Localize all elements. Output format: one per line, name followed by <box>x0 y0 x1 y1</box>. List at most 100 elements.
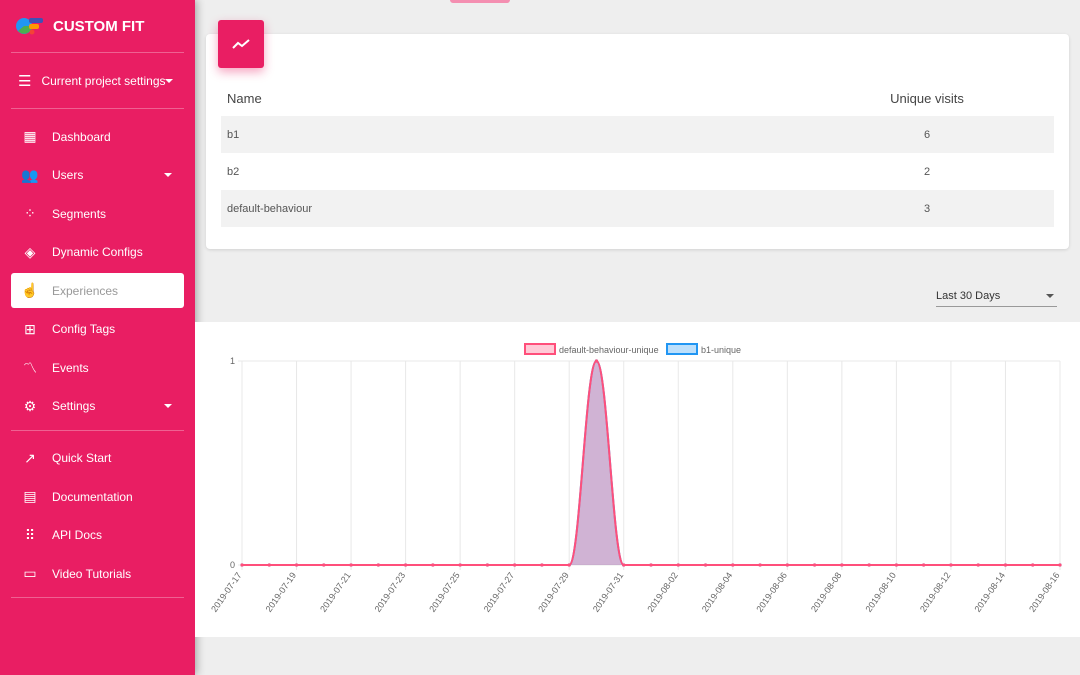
table-row[interactable]: b1 6 <box>221 116 1054 153</box>
data-point <box>622 563 626 567</box>
cell-unique-visits: 3 <box>794 190 1054 227</box>
x-tick-label: 2019-08-10 <box>863 570 898 613</box>
data-point <box>649 563 653 567</box>
series-line-b1-unique <box>242 359 1060 566</box>
data-point <box>731 563 735 567</box>
date-range-value: Last 30 Days <box>936 290 1001 302</box>
cell-name: b1 <box>221 116 794 153</box>
dashboard-icon: ▦ <box>23 128 37 144</box>
table-row[interactable]: default-behaviour 3 <box>221 190 1054 227</box>
data-point <box>431 563 435 567</box>
data-point <box>567 563 571 567</box>
y-tick-label: 1 <box>230 356 235 366</box>
y-tick-label: 0 <box>230 560 235 570</box>
x-tick-label: 2019-08-02 <box>645 570 680 613</box>
sidebar-item-dynamic-configs[interactable]: ◈ Dynamic Configs <box>11 235 184 270</box>
column-header-name: Name <box>227 90 262 106</box>
external-link-icon: ↗ <box>24 449 36 466</box>
sidebar-item-label: Video Tutorials <box>52 566 132 581</box>
project-settings-label: Current project settings <box>41 73 166 88</box>
data-point <box>1058 563 1062 567</box>
data-point <box>922 563 926 567</box>
visits-chart: 2019-07-17 2019-07-19 2019-07-21 2019-07-23… <box>209 343 1062 614</box>
chevron-down-icon <box>1046 294 1054 298</box>
brand-name: CUSTOM FIT <box>53 17 145 35</box>
sidebar-item-experiences[interactable]: ☝ Experiences <box>11 273 184 308</box>
legend-swatch <box>666 343 698 355</box>
data-point <box>894 563 899 567</box>
x-tick-label: 2019-08-04 <box>700 570 735 613</box>
x-tick-label: 2019-08-14 <box>973 570 1008 613</box>
data-point <box>267 563 271 567</box>
sidebar: CUSTOM FIT ☰ Current project settings ▦ D… <box>0 0 195 675</box>
cell-unique-visits: 2 <box>923 165 931 178</box>
sidebar-item-api-docs[interactable]: ⠿ API Docs <box>11 518 184 553</box>
data-point <box>1031 563 1035 567</box>
sidebar-item-quick-start[interactable]: ↗ Quick Start <box>11 441 184 476</box>
x-tick-label: 2019-08-06 <box>754 570 789 613</box>
sidebar-item-video-tutorials[interactable]: ▭ Video Tutorials <box>11 556 184 591</box>
segments-icon: ⁘ <box>24 205 36 221</box>
sidebar-item-segments[interactable]: ⁘ Segments <box>11 196 184 231</box>
config-tags-icon: ⊞ <box>24 320 36 337</box>
chevron-down-icon <box>164 404 172 408</box>
dynamic-configs-icon: ◈ <box>24 243 36 260</box>
data-point <box>349 563 353 567</box>
data-point <box>758 563 762 567</box>
data-point <box>785 563 789 567</box>
sidebar-item-events[interactable]: 〽 Events <box>11 350 184 385</box>
logo-icon <box>16 18 43 35</box>
gear-icon: ⚙ <box>23 397 37 414</box>
sidebar-item-label: Settings <box>52 399 96 413</box>
divider <box>11 108 184 109</box>
grid-icon: ⠿ <box>24 526 36 543</box>
menu-icon: ☰ <box>18 72 32 90</box>
sidebar-item-documentation[interactable]: ▤ Documentation <box>11 479 184 514</box>
events-icon: 〽 <box>23 359 37 376</box>
top-indicator <box>450 0 510 3</box>
x-tick-label: 2019-07-27 <box>482 570 517 613</box>
sidebar-item-users[interactable]: 👥 Users <box>11 158 184 193</box>
data-point <box>458 563 462 567</box>
chevron-down-icon <box>164 173 172 177</box>
monitor-icon: ▭ <box>23 565 37 581</box>
users-icon: 👥 <box>21 166 39 183</box>
visits-table: Name Unique visits b1 6 b2 2 default-behaviou… <box>221 80 1054 227</box>
x-tick-label: 2019-08-08 <box>809 570 844 613</box>
data-point <box>703 563 708 567</box>
sidebar-item-dashboard[interactable]: ▦ Dashboard <box>11 119 184 154</box>
brand[interactable]: CUSTOM FIT <box>0 0 195 52</box>
data-point <box>404 563 408 567</box>
cell-name: default-behaviour <box>221 190 794 227</box>
data-point <box>376 563 380 567</box>
table-row[interactable]: b2 2 <box>221 153 1054 190</box>
sidebar-item-config-tags[interactable]: ⊞ Config Tags <box>11 312 184 347</box>
chart-card: 2019-07-17 2019-07-19 2019-07-21 2019-07-23… <box>195 322 1080 637</box>
data-point <box>1003 563 1008 567</box>
data-point <box>976 563 980 567</box>
data-point <box>322 563 326 567</box>
trending-icon <box>218 20 264 68</box>
x-tick-label: 2019-08-12 <box>918 570 953 613</box>
data-point <box>594 359 599 363</box>
sidebar-item-label: Documentation <box>52 489 133 504</box>
current-project-settings[interactable]: ☰ Current project settings <box>0 53 195 108</box>
data-point <box>240 563 244 567</box>
legend-label: default-behaviour-unique <box>559 345 659 355</box>
series-area-default-behaviour-unique <box>242 361 1060 565</box>
cell-unique-visits: 6 <box>794 116 1054 153</box>
series-area-b1-unique <box>242 361 1060 565</box>
x-tick-label: 2019-07-17 <box>209 570 244 613</box>
data-point <box>840 563 844 567</box>
sidebar-item-label: Dashboard <box>52 129 111 144</box>
x-tick-label: 2019-07-31 <box>591 570 626 613</box>
x-tick-label: 2019-07-23 <box>373 570 408 613</box>
sidebar-item-settings[interactable]: ⚙ Settings <box>11 389 184 424</box>
sidebar-item-label: API Docs <box>52 528 103 542</box>
chevron-down-icon <box>165 78 173 83</box>
date-range-select[interactable]: Last 30 Days <box>936 286 1057 307</box>
data-point <box>540 563 544 567</box>
data-point <box>949 563 953 567</box>
data-point <box>513 563 517 567</box>
sidebar-item-label: Dynamic Configs <box>52 245 143 259</box>
